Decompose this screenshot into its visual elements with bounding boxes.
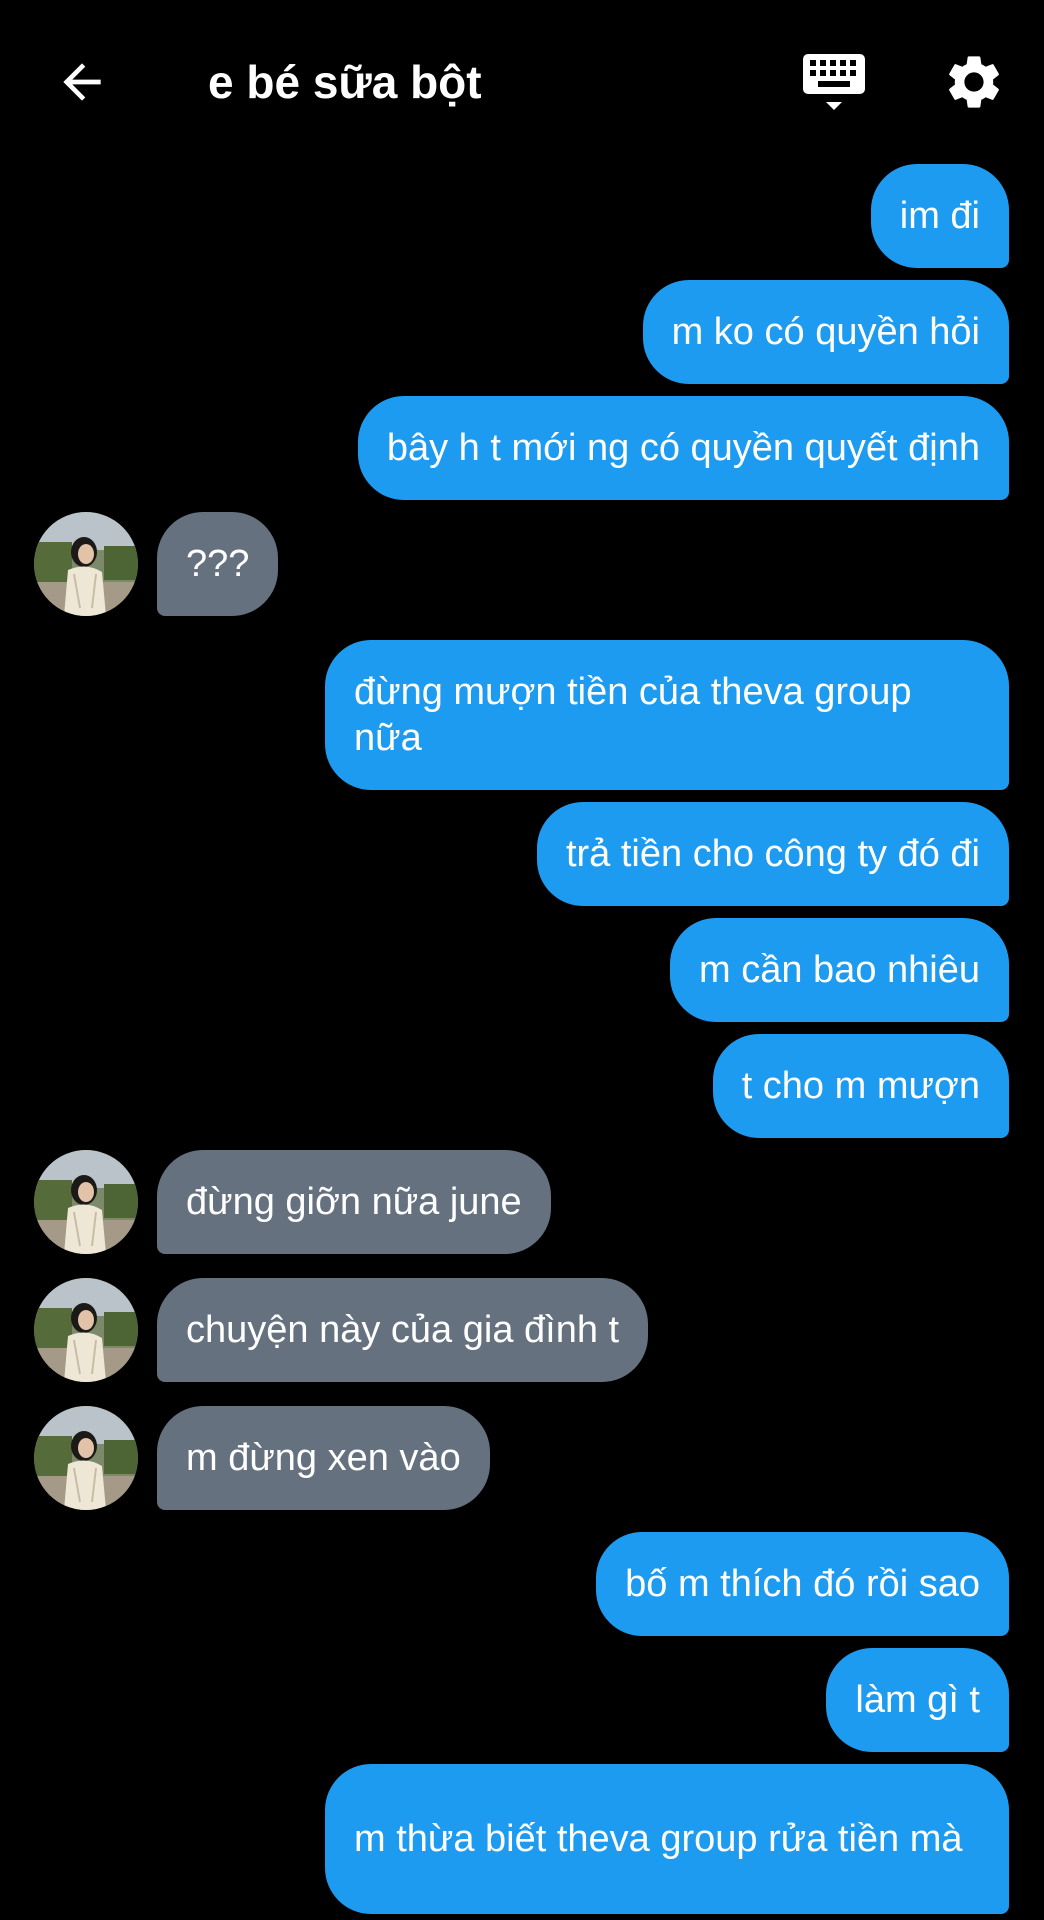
gear-icon	[949, 56, 999, 108]
sent-message-bubble[interactable]: đừng mượn tiền của theva group nữa	[325, 640, 1009, 790]
chat-header: e bé sữa bột	[0, 0, 1044, 160]
received-message-bubble[interactable]: m đừng xen vào	[157, 1406, 490, 1510]
back-button[interactable]	[50, 50, 114, 114]
avatar[interactable]	[34, 1278, 138, 1382]
sent-message-bubble[interactable]: m ko có quyền hỏi	[642, 280, 1009, 384]
avatar[interactable]	[34, 1150, 138, 1254]
settings-button[interactable]	[942, 50, 1006, 114]
keyboard-icon	[803, 54, 865, 110]
chat-title: e bé sữa bột	[208, 56, 482, 108]
sent-message-bubble[interactable]: bố m thích đó rồi sao	[596, 1532, 1009, 1636]
sent-message-bubble[interactable]: im đi	[870, 164, 1009, 268]
sent-message-bubble[interactable]: m cần bao nhiêu	[670, 918, 1009, 1022]
avatar[interactable]	[34, 512, 138, 616]
received-message-bubble[interactable]: đừng giỡn nữa june	[157, 1150, 551, 1254]
received-message-bubble[interactable]: chuyện này của gia đình t	[157, 1278, 649, 1382]
avatar[interactable]	[34, 1406, 138, 1510]
received-message-bubble[interactable]: ???	[157, 512, 279, 616]
sent-message-bubble[interactable]: làm gì t	[826, 1648, 1009, 1752]
sent-message-bubble[interactable]: m thừa biết theva group rửa tiền mà	[325, 1764, 1009, 1914]
keyboard-button[interactable]	[800, 50, 870, 120]
sent-message-bubble[interactable]: trả tiền cho công ty đó đi	[536, 802, 1009, 906]
sent-message-bubble[interactable]: t cho m mượn	[712, 1034, 1009, 1138]
sent-message-bubble[interactable]: bây h t mới ng có quyền quyết định	[357, 396, 1009, 500]
arrow-left-icon	[63, 63, 101, 101]
